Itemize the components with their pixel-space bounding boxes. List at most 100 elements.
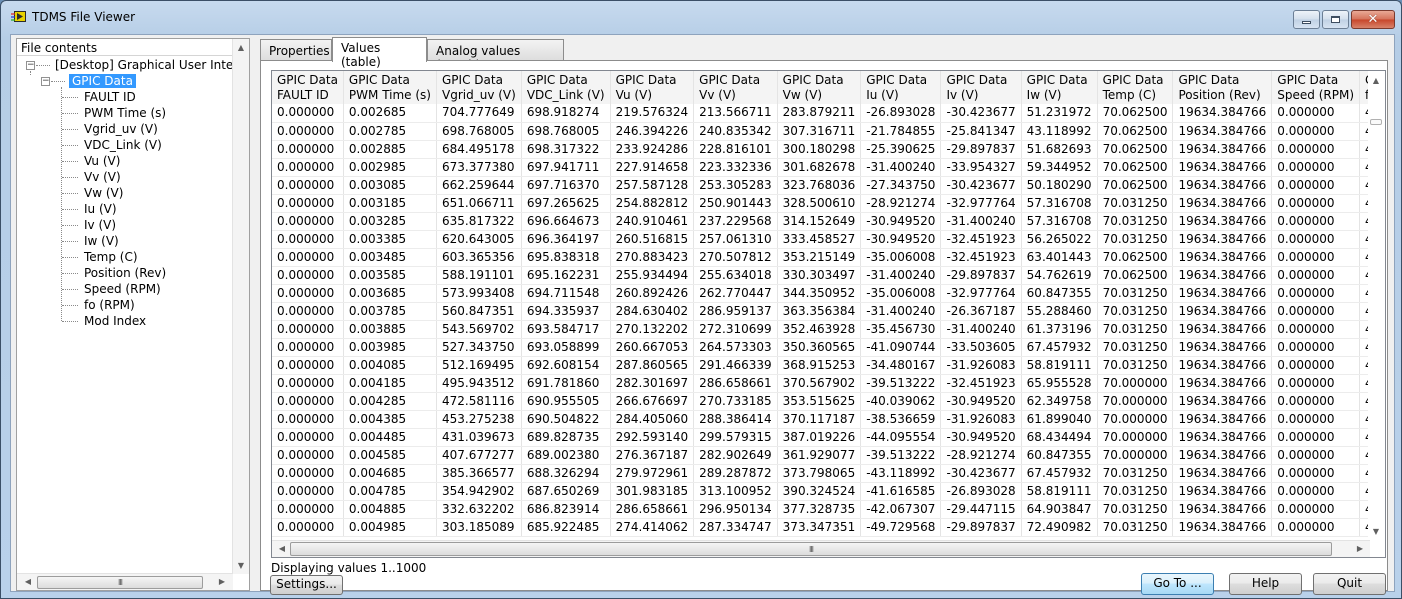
table-cell[interactable]: 0.000000: [1271, 446, 1361, 465]
table-cell[interactable]: 292.593140: [610, 428, 695, 447]
table-cell[interactable]: 257.587128: [610, 176, 695, 195]
table-cell[interactable]: 0.000000: [1271, 428, 1361, 447]
table-cell[interactable]: 689.002380: [521, 446, 611, 465]
table-cell[interactable]: 51.682693: [1021, 140, 1098, 159]
table-row[interactable]: 0.000000 0.004685 385.366577 688.326294 279.…: [272, 464, 1385, 483]
table-cell[interactable]: -29.897837: [940, 140, 1022, 159]
table-cell[interactable]: 0.000000: [1271, 302, 1361, 321]
table-cell[interactable]: 698.768005: [436, 122, 522, 141]
table-cell[interactable]: -40.039062: [860, 392, 942, 411]
table-cell[interactable]: 59.344952: [1021, 158, 1098, 177]
table-cell[interactable]: 368.915253: [777, 356, 862, 375]
table-cell[interactable]: -30.423677: [940, 104, 1022, 123]
table-cell[interactable]: 70.062500: [1097, 122, 1174, 141]
table-cell[interactable]: 0.003185: [343, 194, 438, 213]
table-row[interactable]: 0.000000 0.002685 704.777649 698.918274 219.…: [272, 104, 1385, 123]
table-cell[interactable]: 0.000000: [272, 464, 344, 483]
table-cell[interactable]: 0.000000: [1271, 284, 1361, 303]
table-cell[interactable]: 67.457932: [1021, 464, 1098, 483]
title-bar[interactable]: TDMS File Viewer ✕: [1, 1, 1401, 31]
table-cell[interactable]: 588.191101: [436, 266, 522, 285]
table-cell[interactable]: 70.062500: [1097, 248, 1174, 267]
table-cell[interactable]: 690.504822: [521, 410, 611, 429]
settings-button[interactable]: Settings...: [270, 575, 343, 595]
table-cell[interactable]: 527.343750: [436, 338, 522, 357]
collapse-root-icon[interactable]: −: [26, 61, 35, 70]
table-cell[interactable]: 0.000000: [272, 212, 344, 231]
table-cell[interactable]: 0.000000: [1271, 464, 1361, 483]
table-cell[interactable]: 0.000000: [272, 410, 344, 429]
table-cell[interactable]: 0.000000: [1271, 356, 1361, 375]
table-cell[interactable]: 0.000000: [272, 374, 344, 393]
table-cell[interactable]: 67.457932: [1021, 338, 1098, 357]
table-cell[interactable]: 0.003585: [343, 266, 438, 285]
table-cell[interactable]: 543.569702: [436, 320, 522, 339]
table-cell[interactable]: 495.943512: [436, 374, 522, 393]
table-cell[interactable]: 704.777649: [436, 104, 522, 123]
table-cell[interactable]: 284.630402: [610, 302, 695, 321]
table-cell[interactable]: -49.729568: [860, 518, 942, 537]
table-cell[interactable]: 272.310699: [693, 320, 778, 339]
table-cell[interactable]: 240.835342: [693, 122, 778, 141]
table-row[interactable]: 0.000000 0.004385 453.275238 690.504822 284.…: [272, 410, 1385, 429]
table-cell[interactable]: 0.004385: [343, 410, 438, 429]
table-cell[interactable]: 686.823914: [521, 500, 611, 519]
table-cell[interactable]: 0.000000: [1271, 482, 1361, 501]
table-cell[interactable]: -35.006008: [860, 284, 942, 303]
table-cell[interactable]: 0.000000: [272, 446, 344, 465]
table-cell[interactable]: 228.816101: [693, 140, 778, 159]
table-cell[interactable]: 573.993408: [436, 284, 522, 303]
table-row[interactable]: 0.000000 0.003685 573.993408 694.711548 260.…: [272, 284, 1385, 303]
table-cell[interactable]: 323.768036: [777, 176, 862, 195]
column-header[interactable]: GPIC Data Vw (V): [777, 71, 862, 104]
table-cell[interactable]: 697.265625: [521, 194, 611, 213]
table-cell[interactable]: -29.897837: [940, 518, 1022, 537]
table-row[interactable]: 0.000000 0.002785 698.768005 698.768005 246.…: [272, 122, 1385, 141]
table-cell[interactable]: 0.003485: [343, 248, 438, 267]
table-cell[interactable]: 698.317322: [521, 140, 611, 159]
table-cell[interactable]: 70.031250: [1097, 338, 1174, 357]
tree-channel-item[interactable]: Iv (V): [84, 217, 116, 233]
table-cell[interactable]: -38.536659: [860, 410, 942, 429]
table-cell[interactable]: 61.373196: [1021, 320, 1098, 339]
table-cell[interactable]: -30.949520: [940, 428, 1022, 447]
table-row[interactable]: 0.000000 0.004785 354.942902 687.650269 301.…: [272, 482, 1385, 501]
table-cell[interactable]: -30.949520: [860, 230, 942, 249]
table-cell[interactable]: 274.414062: [610, 518, 695, 537]
table-cell[interactable]: 690.955505: [521, 392, 611, 411]
table-cell[interactable]: 352.463928: [777, 320, 862, 339]
table-cell[interactable]: 354.942902: [436, 482, 522, 501]
table-cell[interactable]: 0.000000: [1271, 518, 1361, 537]
table-cell[interactable]: 685.922485: [521, 518, 611, 537]
table-cell[interactable]: 282.301697: [610, 374, 695, 393]
table-cell[interactable]: -32.451923: [940, 230, 1022, 249]
table-cell[interactable]: -32.977764: [940, 284, 1022, 303]
table-cell[interactable]: 65.955528: [1021, 374, 1098, 393]
table-cell[interactable]: 246.394226: [610, 122, 695, 141]
table-cell[interactable]: 0.003385: [343, 230, 438, 249]
table-cell[interactable]: 353.515625: [777, 392, 862, 411]
table-cell[interactable]: 70.062500: [1097, 104, 1174, 123]
table-cell[interactable]: -26.893028: [940, 482, 1022, 501]
column-header[interactable]: GPIC Data Position (Rev): [1172, 71, 1273, 104]
table-cell[interactable]: -25.841347: [940, 122, 1022, 141]
table-cell[interactable]: 687.650269: [521, 482, 611, 501]
table-cell[interactable]: 291.466339: [693, 356, 778, 375]
table-cell[interactable]: 0.000000: [272, 320, 344, 339]
table-cell[interactable]: 377.328735: [777, 500, 862, 519]
table-cell[interactable]: 19634.384766: [1172, 140, 1273, 159]
table-cell[interactable]: 72.490982: [1021, 518, 1098, 537]
table-cell[interactable]: 0.003985: [343, 338, 438, 357]
table-row[interactable]: 0.000000 0.003285 635.817322 696.664673 240.…: [272, 212, 1385, 231]
table-cell[interactable]: 282.902649: [693, 446, 778, 465]
table-cell[interactable]: 270.883423: [610, 248, 695, 267]
table-cell[interactable]: 333.458527: [777, 230, 862, 249]
table-cell[interactable]: 0.000000: [1271, 158, 1361, 177]
table-cell[interactable]: 695.838318: [521, 248, 611, 267]
table-cell[interactable]: 373.798065: [777, 464, 862, 483]
table-row[interactable]: 0.000000 0.004885 332.632202 686.823914 286.…: [272, 500, 1385, 519]
table-cell[interactable]: -28.921274: [860, 194, 942, 213]
table-cell[interactable]: 688.326294: [521, 464, 611, 483]
table-cell[interactable]: 0.003785: [343, 302, 438, 321]
table-cell[interactable]: 255.634018: [693, 266, 778, 285]
